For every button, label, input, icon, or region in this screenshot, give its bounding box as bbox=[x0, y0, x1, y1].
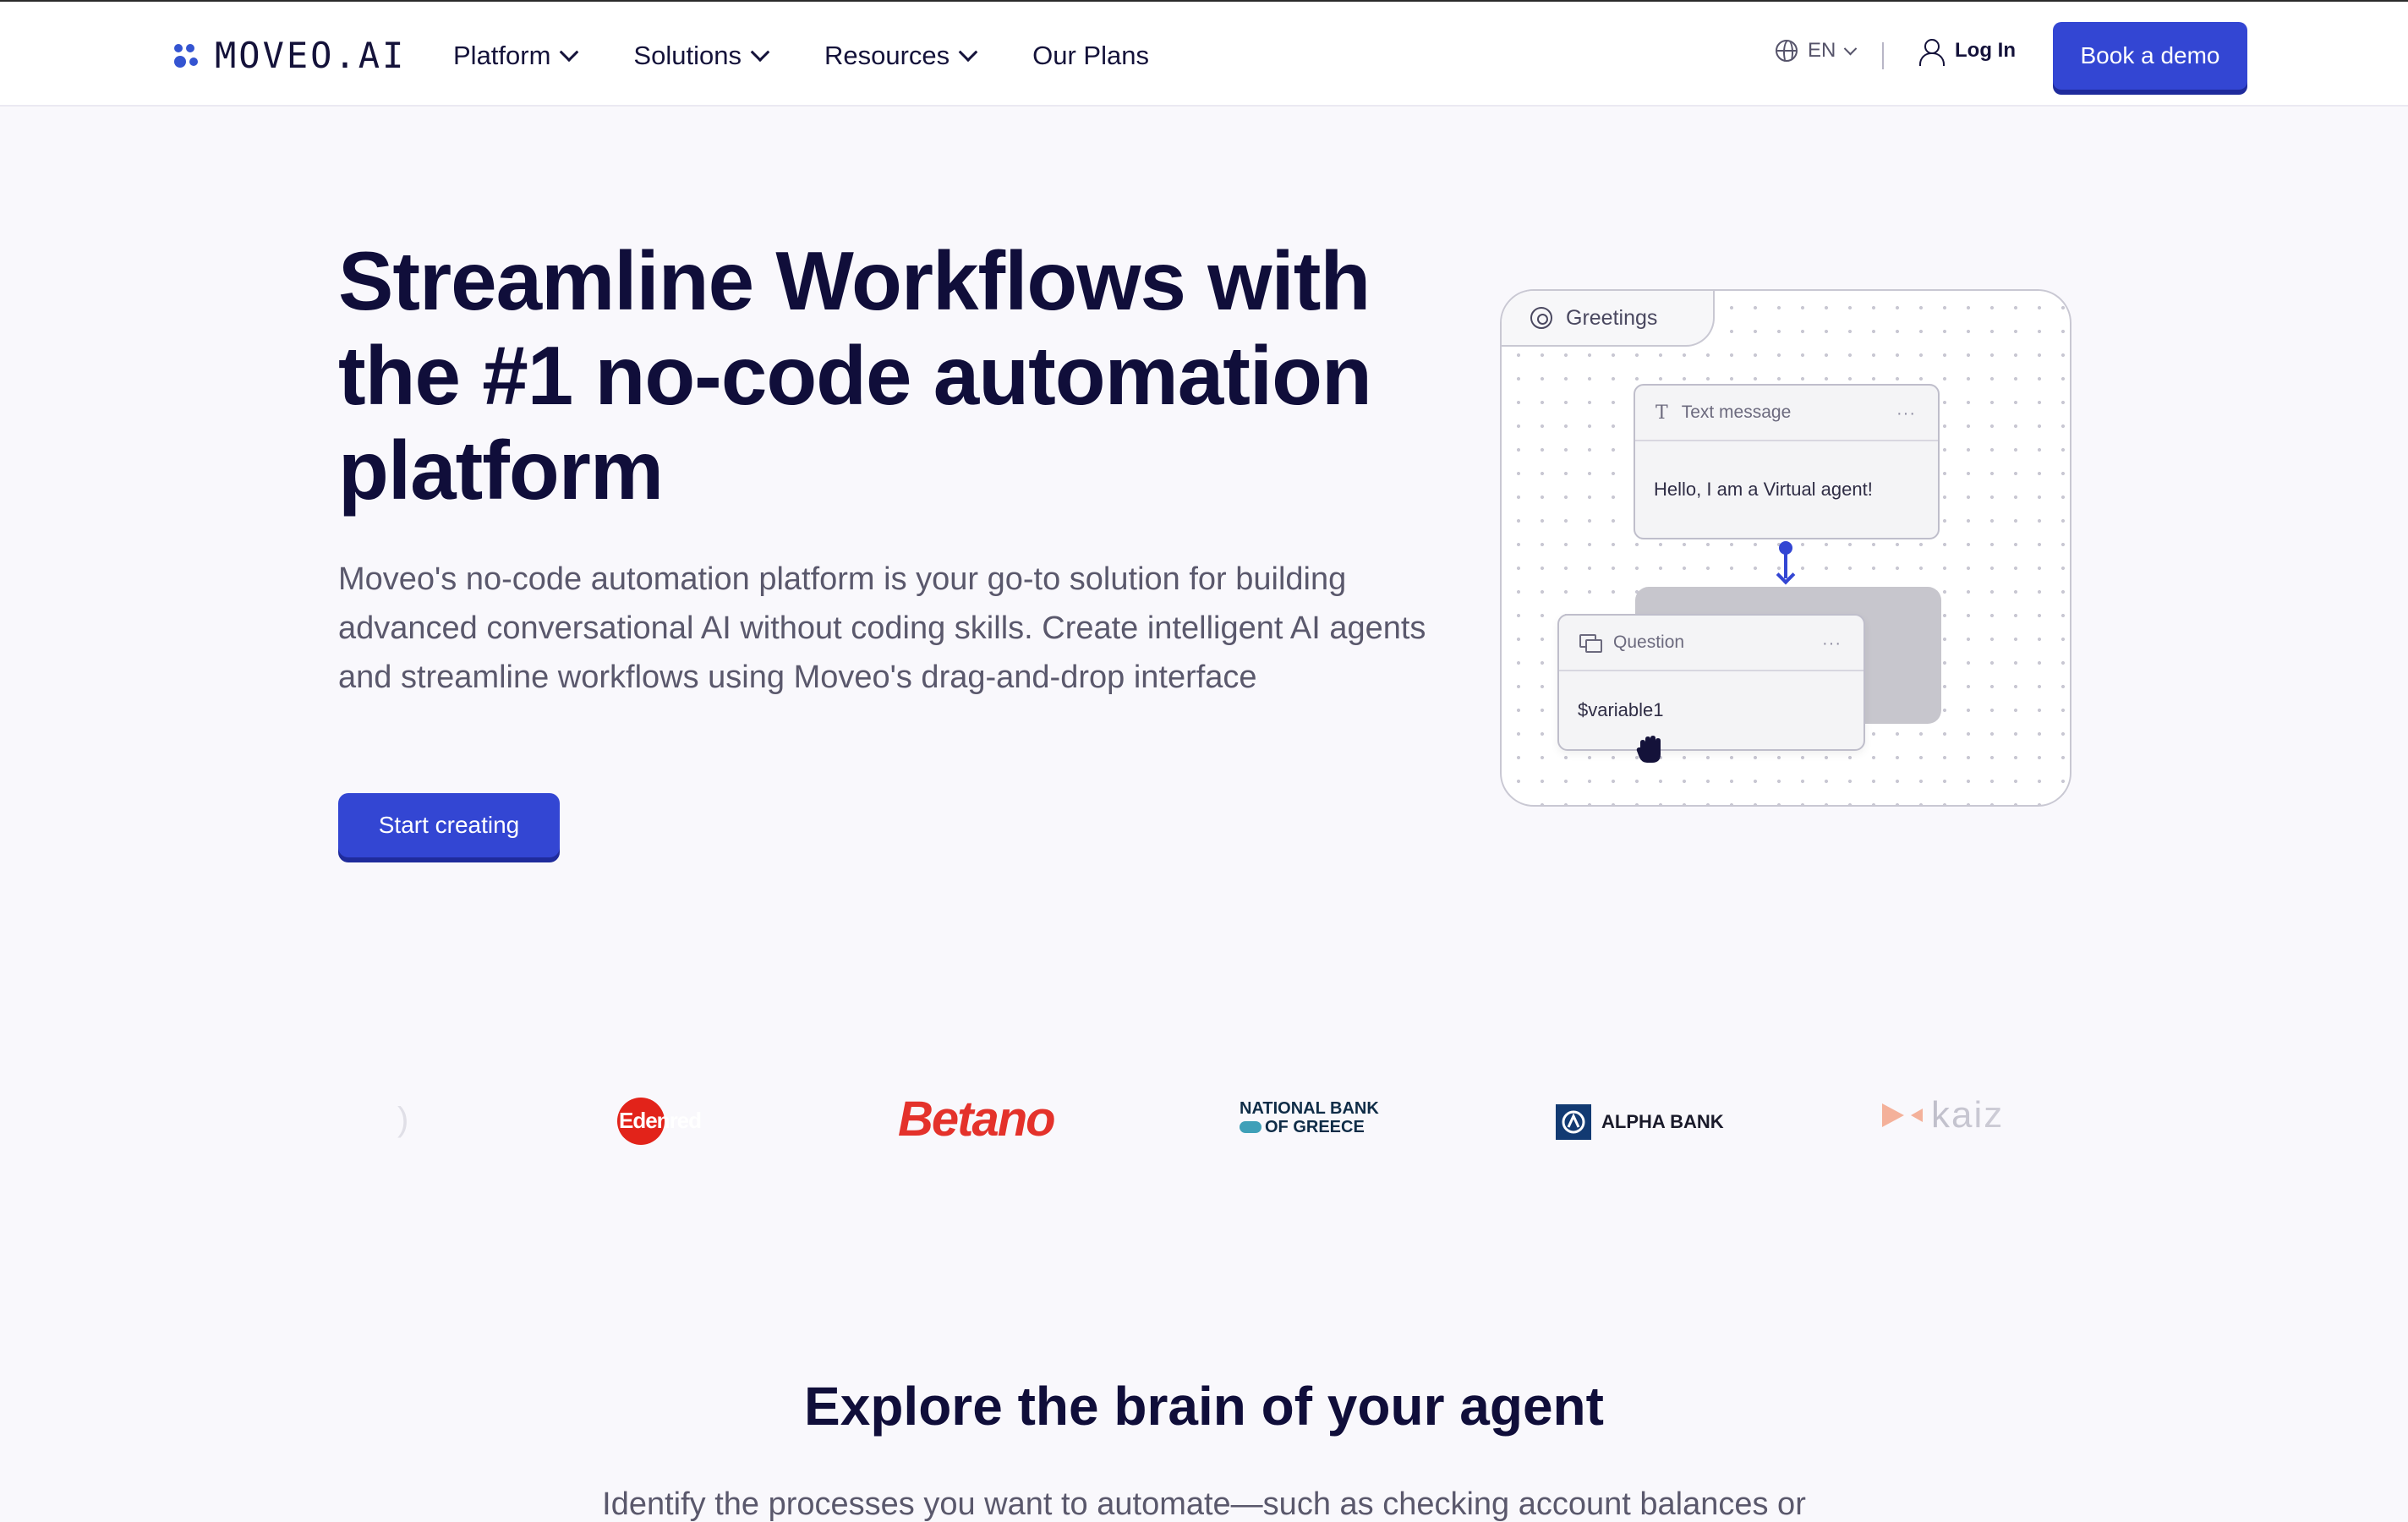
text-icon: T bbox=[1656, 402, 1668, 424]
edenred-text: Edenred bbox=[619, 1108, 702, 1133]
flow-connector-dot bbox=[1779, 541, 1792, 555]
nav-resources[interactable]: Resources bbox=[824, 41, 978, 71]
question-icon bbox=[1579, 634, 1602, 653]
login-link[interactable]: Log In bbox=[1919, 39, 2016, 66]
hero-title: Streamline Workflows with the #1 no-code… bbox=[338, 234, 1372, 517]
nav-our-plans-label: Our Plans bbox=[1032, 41, 1149, 70]
nav-platform[interactable]: Platform bbox=[453, 41, 579, 71]
nbg-icon bbox=[1240, 1121, 1261, 1133]
logo-national-bank-of-greece: NATIONAL BANK OF GREECE bbox=[1240, 1099, 1379, 1136]
header-divider bbox=[1882, 42, 1884, 69]
text-message-node: T Text message ··· Hello, I am a Virtual… bbox=[1634, 384, 1940, 539]
start-creating-button[interactable]: Start creating bbox=[338, 793, 560, 857]
chevron-down-icon bbox=[1844, 41, 1858, 55]
alpha-bank-logo-icon bbox=[1556, 1104, 1591, 1140]
nav-our-plans[interactable]: Our Plans bbox=[1032, 41, 1149, 71]
more-icon: ··· bbox=[1822, 634, 1842, 653]
moveo-logo[interactable]: MOVEO.AI bbox=[174, 34, 406, 76]
logo-strip-fade-right bbox=[1928, 1048, 2408, 1201]
chevron-down-icon bbox=[750, 42, 770, 63]
flow-tab-greetings: Greetings bbox=[1502, 291, 1715, 347]
target-icon bbox=[1530, 307, 1552, 329]
logo-edenred: Edenred bbox=[617, 1096, 702, 1147]
chevron-down-icon bbox=[560, 42, 579, 63]
text-message-node-body: Hello, I am a Virtual agent! bbox=[1654, 479, 1873, 500]
question-node: Question ··· $variable1 bbox=[1557, 614, 1865, 751]
logo-alpha-bank: ALPHA BANK bbox=[1556, 1104, 1724, 1140]
alpha-bank-text: ALPHA BANK bbox=[1601, 1111, 1724, 1132]
betano-text: Betano bbox=[898, 1092, 1056, 1147]
hand-cursor-icon bbox=[1636, 736, 1661, 763]
more-icon: ··· bbox=[1896, 404, 1916, 423]
question-node-body: $variable1 bbox=[1578, 699, 1664, 720]
explore-section-description: Identify the processes you want to autom… bbox=[602, 1486, 1806, 1522]
login-label: Log In bbox=[1955, 39, 2016, 62]
nbg-line1: NATIONAL BANK bbox=[1240, 1099, 1379, 1118]
nav-solutions-label: Solutions bbox=[633, 41, 742, 70]
nbg-line2: OF GREECE bbox=[1265, 1118, 1365, 1136]
question-node-title: Question bbox=[1613, 632, 1685, 652]
main-nav: Platform Solutions Resources Our Plans bbox=[453, 36, 1149, 76]
logo-text: MOVEO.AI bbox=[215, 34, 407, 76]
flow-tab-label: Greetings bbox=[1566, 305, 1658, 330]
user-icon bbox=[1919, 39, 1945, 66]
language-selector[interactable]: EN bbox=[1776, 39, 1858, 63]
moveo-logo-icon bbox=[174, 41, 203, 69]
language-label: EN bbox=[1808, 39, 1836, 62]
globe-icon bbox=[1776, 40, 1798, 62]
text-message-node-title: Text message bbox=[1681, 402, 1792, 422]
logo-strip-fade-left bbox=[0, 1048, 473, 1201]
nav-solutions[interactable]: Solutions bbox=[633, 41, 770, 71]
explore-section-title: Explore the brain of your agent bbox=[804, 1376, 1604, 1437]
nav-platform-label: Platform bbox=[453, 41, 551, 70]
site-header: MOVEO.AI Platform Solutions Resources Ou… bbox=[0, 2, 2408, 107]
logo-betano: Betano bbox=[898, 1091, 1056, 1147]
book-demo-button[interactable]: Book a demo bbox=[2053, 22, 2247, 90]
question-node-header: Question ··· bbox=[1559, 616, 1863, 671]
text-message-node-header: T Text message ··· bbox=[1635, 386, 1938, 441]
nav-resources-label: Resources bbox=[824, 41, 950, 70]
hero-description: Moveo's no-code automation platform is y… bbox=[338, 561, 1426, 695]
chevron-down-icon bbox=[958, 42, 978, 63]
kaiz-logo-icon bbox=[1882, 1103, 1923, 1127]
